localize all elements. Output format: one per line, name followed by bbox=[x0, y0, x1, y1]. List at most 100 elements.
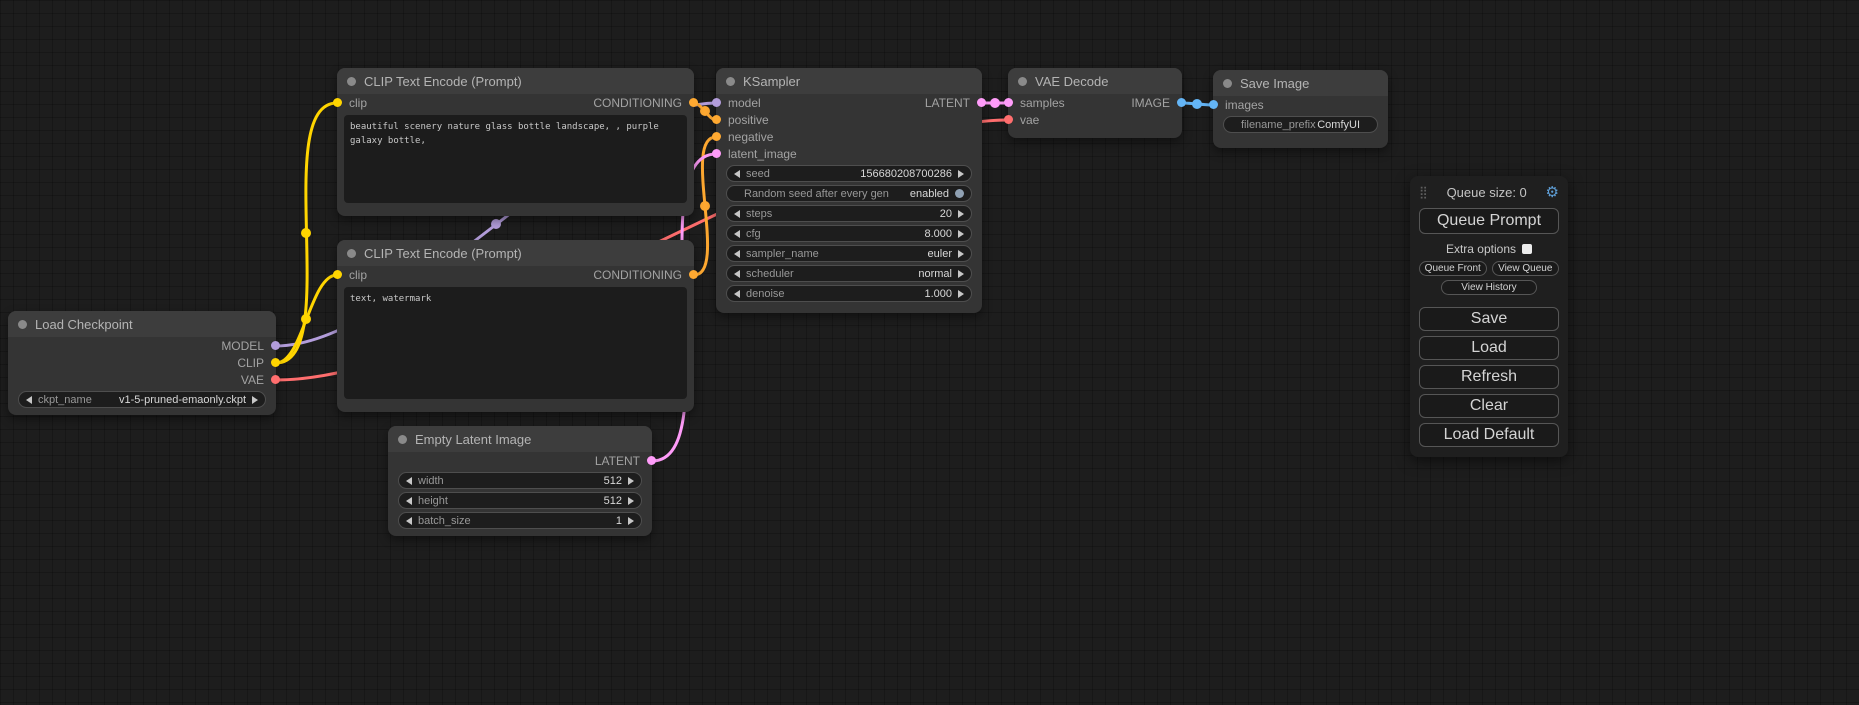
output-label-model: MODEL bbox=[221, 339, 264, 353]
increment-arrow-icon[interactable] bbox=[958, 210, 964, 218]
node-title: KSampler bbox=[743, 74, 800, 89]
collapse-dot[interactable] bbox=[1223, 79, 1232, 88]
collapse-dot[interactable] bbox=[18, 320, 27, 329]
prev-value-arrow-icon[interactable] bbox=[26, 396, 32, 404]
widget-width[interactable]: width 512 bbox=[398, 472, 642, 489]
widget-random-seed-toggle[interactable]: Random seed after every gen enabled bbox=[726, 185, 972, 202]
decrement-arrow-icon[interactable] bbox=[406, 497, 412, 505]
node-vae-decode[interactable]: VAE Decode samples IMAGE vae bbox=[1008, 68, 1182, 138]
node-ksampler[interactable]: KSampler model LATENT positive negative … bbox=[716, 68, 982, 313]
increment-arrow-icon[interactable] bbox=[958, 290, 964, 298]
increment-arrow-icon[interactable] bbox=[628, 477, 634, 485]
decrement-arrow-icon[interactable] bbox=[406, 517, 412, 525]
collapse-dot[interactable] bbox=[347, 249, 356, 258]
view-history-button[interactable]: View History bbox=[1441, 280, 1537, 295]
queue-prompt-button[interactable]: Queue Prompt bbox=[1419, 208, 1559, 234]
next-value-arrow-icon[interactable] bbox=[958, 250, 964, 258]
node-load-checkpoint[interactable]: Load Checkpoint MODEL CLIP VAE ckpt_name… bbox=[8, 311, 276, 415]
node-clip-text-encode-negative[interactable]: CLIP Text Encode (Prompt) clip CONDITION… bbox=[337, 240, 694, 412]
refresh-button[interactable]: Refresh bbox=[1419, 365, 1559, 389]
input-slot-samples[interactable] bbox=[1004, 98, 1013, 107]
load-default-button[interactable]: Load Default bbox=[1419, 423, 1559, 447]
output-slot-conditioning[interactable] bbox=[689, 98, 698, 107]
widget-height[interactable]: height 512 bbox=[398, 492, 642, 509]
clear-button[interactable]: Clear bbox=[1419, 394, 1559, 418]
widget-sampler-name[interactable]: sampler_name euler bbox=[726, 245, 972, 262]
input-slot-clip[interactable] bbox=[333, 98, 342, 107]
widget-label: width bbox=[418, 475, 444, 487]
input-slot-latent-image[interactable] bbox=[712, 149, 721, 158]
slot-row: CLIP bbox=[8, 354, 276, 371]
node-title-bar: Save Image bbox=[1213, 70, 1388, 96]
next-value-arrow-icon[interactable] bbox=[252, 396, 258, 404]
load-button[interactable]: Load bbox=[1419, 336, 1559, 360]
decrement-arrow-icon[interactable] bbox=[734, 290, 740, 298]
input-slot-clip[interactable] bbox=[333, 270, 342, 279]
widget-denoise[interactable]: denoise 1.000 bbox=[726, 285, 972, 302]
widget-value: 8.000 bbox=[924, 228, 952, 240]
output-slot-clip[interactable] bbox=[271, 358, 280, 367]
input-slot-vae[interactable] bbox=[1004, 115, 1013, 124]
node-save-image[interactable]: Save Image images filename_prefix ComfyU… bbox=[1213, 70, 1388, 148]
settings-gear-icon[interactable]: ⚙ bbox=[1546, 183, 1559, 201]
widget-seed[interactable]: seed 156680208700286 bbox=[726, 165, 972, 182]
input-slot-images[interactable] bbox=[1209, 100, 1218, 109]
widget-steps[interactable]: steps 20 bbox=[726, 205, 972, 222]
input-slot-model[interactable] bbox=[712, 98, 721, 107]
node-empty-latent-image[interactable]: Empty Latent Image LATENT width 512 heig… bbox=[388, 426, 652, 536]
widget-batch-size[interactable]: batch_size 1 bbox=[398, 512, 642, 529]
node-title: Save Image bbox=[1240, 76, 1309, 91]
increment-arrow-icon[interactable] bbox=[958, 230, 964, 238]
node-title: VAE Decode bbox=[1035, 74, 1108, 89]
collapse-dot[interactable] bbox=[398, 435, 407, 444]
input-label-samples: samples bbox=[1020, 96, 1065, 110]
next-value-arrow-icon[interactable] bbox=[958, 270, 964, 278]
save-button[interactable]: Save bbox=[1419, 307, 1559, 331]
increment-arrow-icon[interactable] bbox=[628, 517, 634, 525]
widget-label: sampler_name bbox=[746, 248, 819, 260]
output-slot-conditioning[interactable] bbox=[689, 270, 698, 279]
widget-value: 20 bbox=[940, 208, 952, 220]
positive-prompt-textarea[interactable]: beautiful scenery nature glass bottle la… bbox=[344, 115, 687, 203]
input-label-positive: positive bbox=[728, 113, 769, 127]
node-clip-text-encode-positive[interactable]: CLIP Text Encode (Prompt) clip CONDITION… bbox=[337, 68, 694, 216]
collapse-dot[interactable] bbox=[1018, 77, 1027, 86]
drag-handle-icon[interactable]: ⣿ bbox=[1419, 185, 1428, 199]
input-slot-negative[interactable] bbox=[712, 132, 721, 141]
extra-options-checkbox[interactable] bbox=[1522, 244, 1532, 254]
decrement-arrow-icon[interactable] bbox=[734, 230, 740, 238]
input-slot-positive[interactable] bbox=[712, 115, 721, 124]
collapse-dot[interactable] bbox=[347, 77, 356, 86]
output-slot-latent[interactable] bbox=[977, 98, 986, 107]
view-queue-button[interactable]: View Queue bbox=[1492, 261, 1560, 276]
widget-filename-prefix[interactable]: filename_prefix ComfyUI bbox=[1223, 116, 1378, 133]
workflow-buttons: Save Load Refresh Clear Load Default bbox=[1419, 307, 1559, 447]
widget-ckpt-name[interactable]: ckpt_name v1-5-pruned-emaonly.ckpt bbox=[18, 391, 266, 408]
output-slot-latent[interactable] bbox=[647, 456, 656, 465]
queue-front-button[interactable]: Queue Front bbox=[1419, 261, 1487, 276]
prev-value-arrow-icon[interactable] bbox=[734, 270, 740, 278]
negative-prompt-textarea[interactable]: text, watermark bbox=[344, 287, 687, 399]
increment-arrow-icon[interactable] bbox=[628, 497, 634, 505]
output-label-latent: LATENT bbox=[925, 96, 970, 110]
decrement-arrow-icon[interactable] bbox=[734, 170, 740, 178]
widget-label: seed bbox=[746, 168, 770, 180]
widget-scheduler[interactable]: scheduler normal bbox=[726, 265, 972, 282]
output-slot-model[interactable] bbox=[271, 341, 280, 350]
input-label-model: model bbox=[728, 96, 761, 110]
prev-value-arrow-icon[interactable] bbox=[734, 250, 740, 258]
input-label-clip: clip bbox=[349, 268, 367, 282]
widget-label: cfg bbox=[746, 228, 761, 240]
widget-cfg[interactable]: cfg 8.000 bbox=[726, 225, 972, 242]
decrement-arrow-icon[interactable] bbox=[406, 477, 412, 485]
slot-row: LATENT bbox=[388, 452, 652, 469]
increment-arrow-icon[interactable] bbox=[958, 170, 964, 178]
queue-actions-row: Queue Front View Queue bbox=[1419, 261, 1559, 276]
decrement-arrow-icon[interactable] bbox=[734, 210, 740, 218]
output-slot-vae[interactable] bbox=[271, 375, 280, 384]
slot-row: images bbox=[1213, 96, 1388, 113]
extra-options-label: Extra options bbox=[1446, 242, 1516, 256]
output-slot-image[interactable] bbox=[1177, 98, 1186, 107]
collapse-dot[interactable] bbox=[726, 77, 735, 86]
toggle-knob-icon[interactable] bbox=[955, 189, 964, 198]
